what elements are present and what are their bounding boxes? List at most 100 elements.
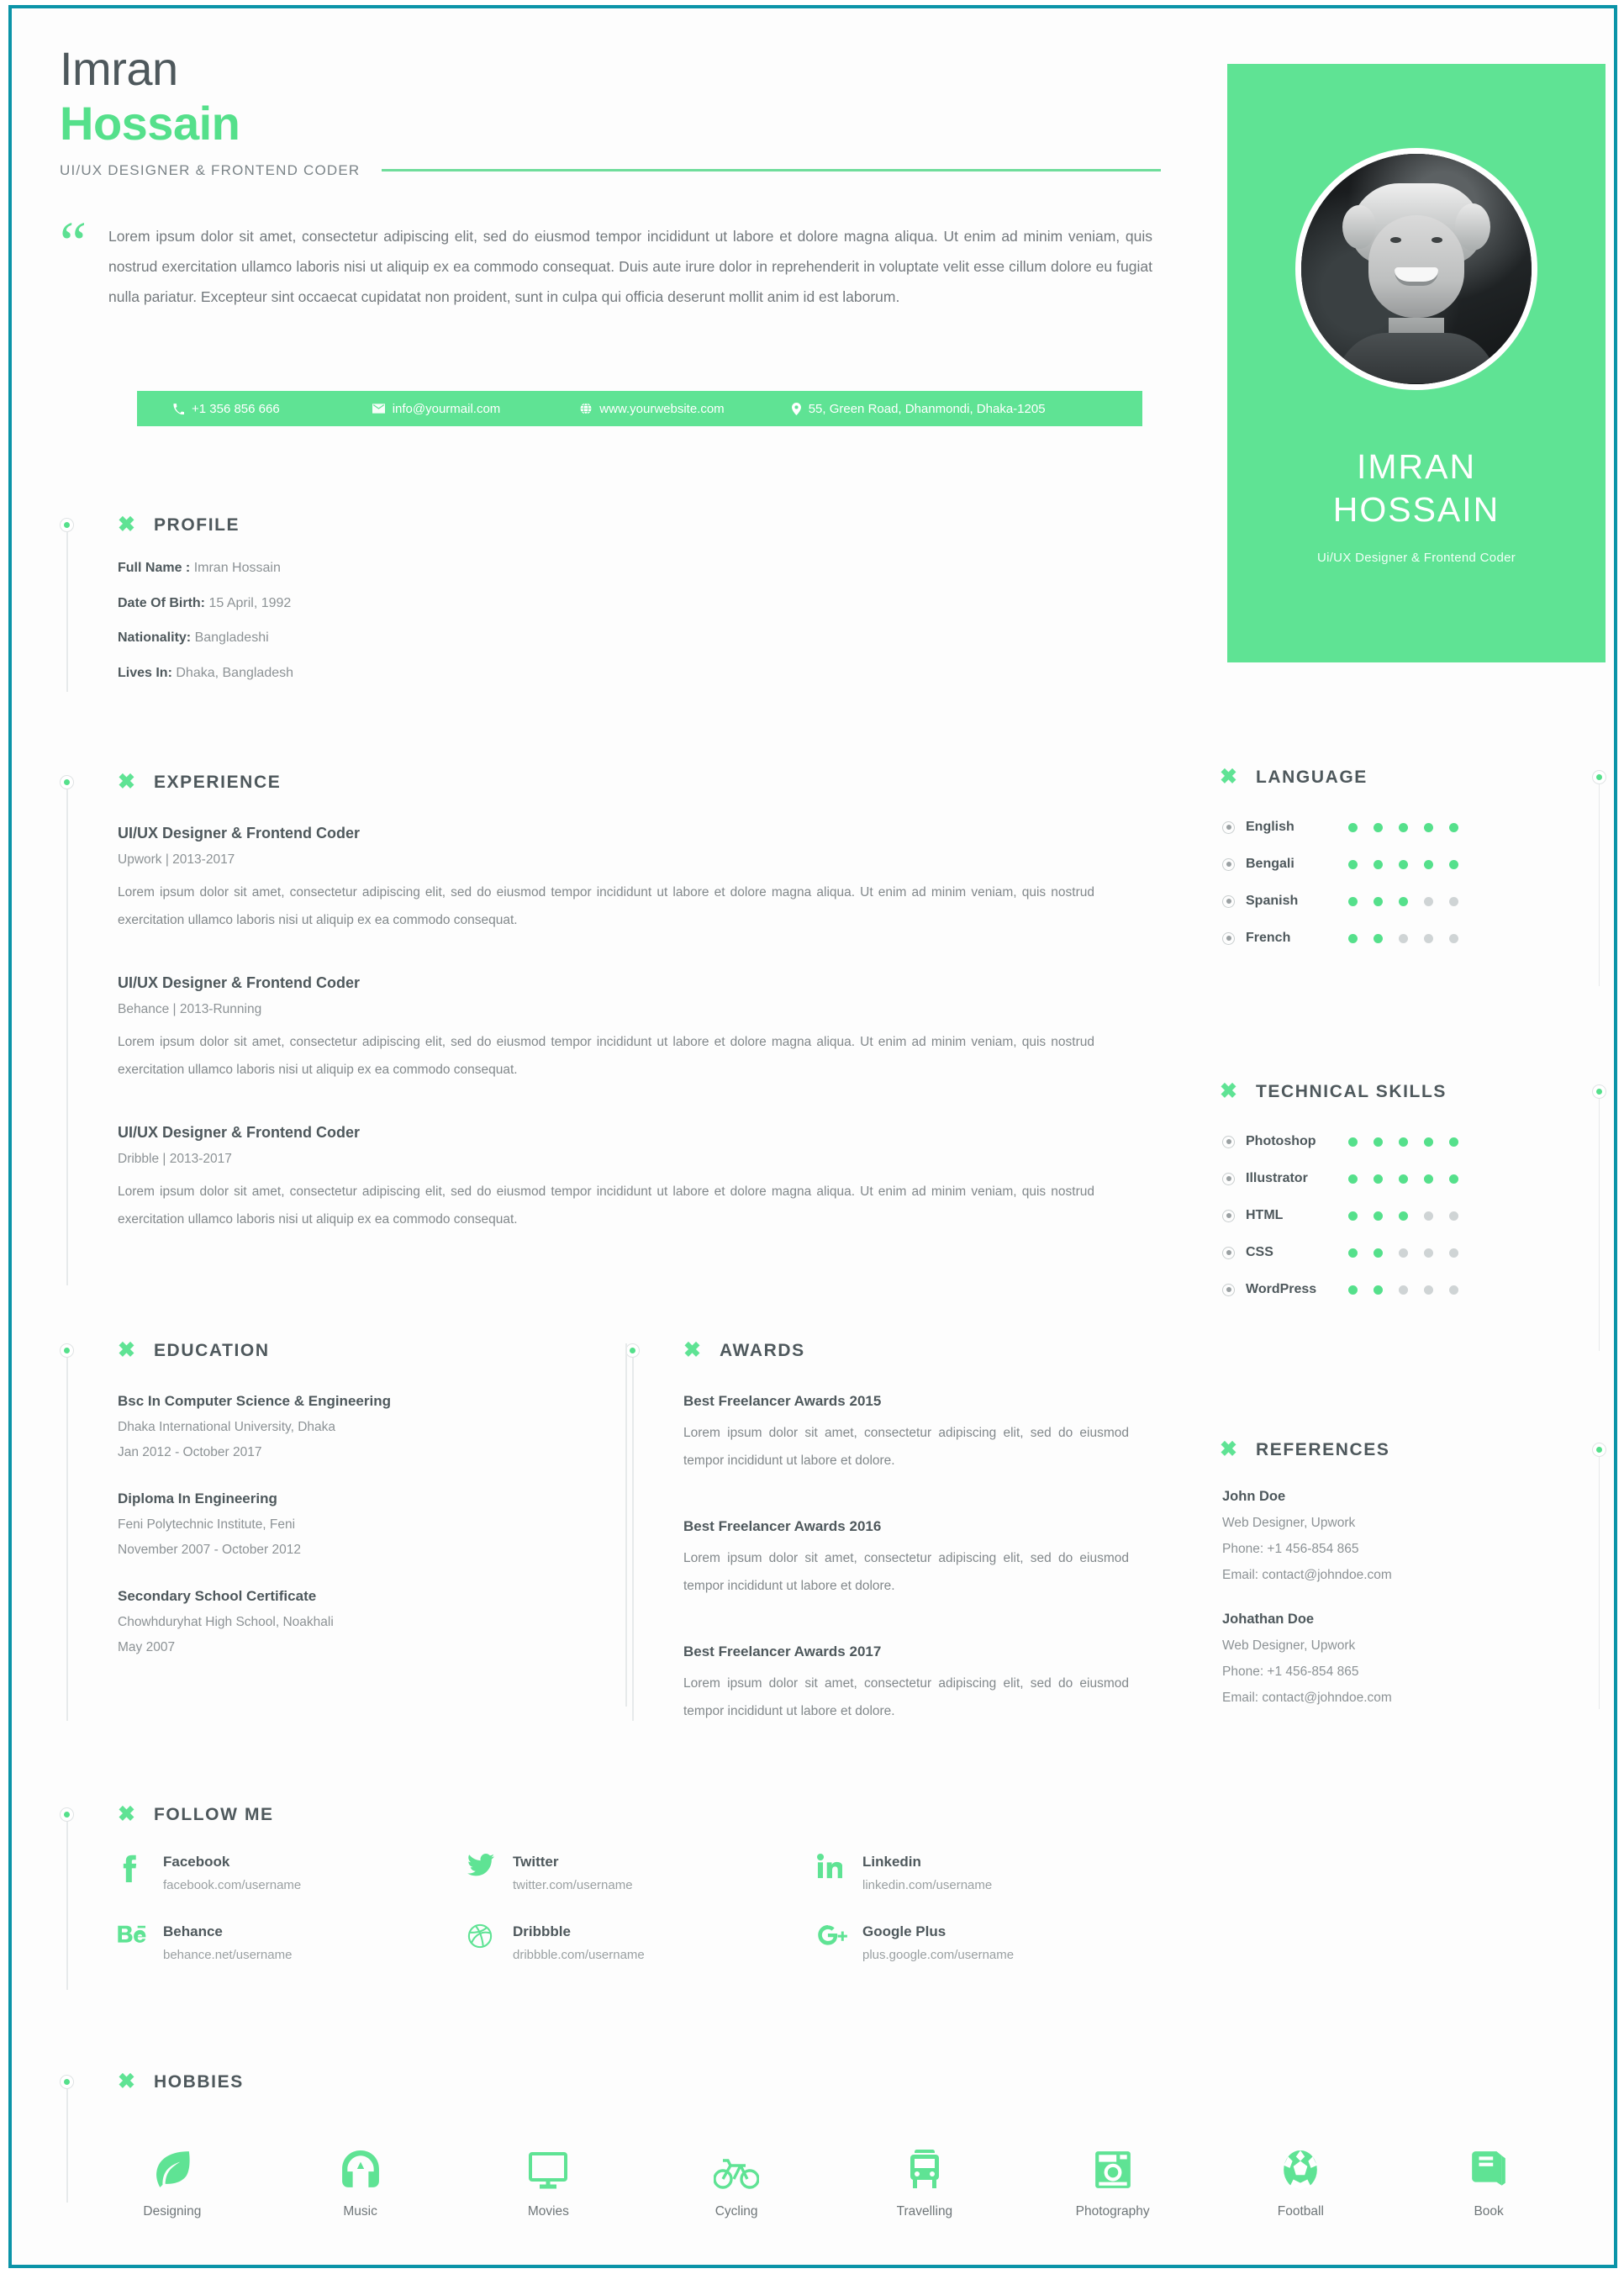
social-url: behance.net/username	[163, 1948, 293, 1962]
contact-email[interactable]: info@yourmail.com	[372, 401, 501, 416]
language-label: French	[1246, 931, 1291, 945]
education-item: Bsc In Computer Science & Engineering Dh…	[118, 1393, 614, 1460]
email-text: info@yourmail.com	[392, 401, 501, 416]
experience-meta: Behance | 2013-Running	[118, 1002, 262, 1017]
award-name: Best Freelancer Awards 2017	[683, 1644, 882, 1660]
reference-name: John Doe	[1222, 1489, 1286, 1504]
bus-icon	[830, 2136, 1019, 2190]
social-url: twitter.com/username	[513, 1878, 633, 1892]
contact-phone[interactable]: +1 356 856 666	[173, 402, 280, 416]
timeline-line-profile	[66, 532, 68, 692]
skill-row: HTML	[1222, 1208, 1606, 1223]
reference-phone: Phone: +1 456-854 865	[1222, 1542, 1359, 1556]
skill-label: HTML	[1246, 1208, 1284, 1222]
timeline-dot-skills	[1592, 1084, 1606, 1099]
contact-website[interactable]: www.yourwebsite.com	[580, 402, 725, 416]
awards-section: ✖ AWARDS Best Freelancer Awards 2015 Lor…	[625, 1340, 1163, 1755]
social-link-behance[interactable]: Behance behance.net/username	[118, 1923, 467, 1962]
column-divider	[625, 1343, 627, 1707]
hobby-item-book: Book	[1395, 2136, 1583, 2219]
social-name: Google Plus	[862, 1923, 946, 1939]
bullet-icon	[1222, 1283, 1235, 1296]
bullet-icon	[1222, 820, 1235, 834]
social-link-linkedin[interactable]: Linkedin linkedin.com/username	[817, 1854, 1167, 1892]
rating-dot	[1348, 859, 1358, 869]
references-list: John Doe Web Designer, Upwork Phone: +1 …	[1222, 1489, 1606, 1706]
timeline-dot-profile	[60, 518, 74, 532]
rating-dot	[1399, 1248, 1408, 1258]
education-heading: ✖ EDUCATION	[118, 1340, 614, 1361]
award-item: Best Freelancer Awards 2015 Lorem ipsum …	[683, 1393, 1163, 1475]
timeline-dot-language	[1592, 770, 1606, 784]
experience-desc: Lorem ipsum dolor sit amet, consectetur …	[118, 1184, 1094, 1227]
section-marker-icon: ✖	[118, 1802, 135, 1826]
rating-dot	[1424, 1211, 1433, 1221]
timeline-line-references	[1598, 1457, 1600, 1709]
rating-dot	[1424, 896, 1433, 906]
role-divider	[382, 169, 1161, 172]
award-desc: Lorem ipsum dolor sit amet, consectetur …	[683, 1676, 1129, 1718]
dribbble-icon	[467, 1923, 513, 1949]
profile-row-label: Lives In:	[118, 665, 172, 680]
reference-name: Johathan Doe	[1222, 1612, 1315, 1627]
contact-address[interactable]: 55, Green Road, Dhanmondi, Dhaka-1205	[791, 401, 1046, 416]
timeline-dot-education	[60, 1343, 74, 1358]
social-text: Dribbble dribbble.com/username	[513, 1923, 645, 1962]
rating-dot	[1449, 1248, 1458, 1258]
education-school: Dhaka International University, Dhaka	[118, 1420, 336, 1434]
language-row: English	[1222, 820, 1606, 835]
rating-dot	[1424, 1285, 1433, 1295]
social-link-google-plus[interactable]: Google Plus plus.google.com/username	[817, 1923, 1167, 1962]
rating-dot	[1424, 933, 1433, 943]
rating-dot	[1449, 1174, 1458, 1184]
timeline-dot-experience	[60, 775, 74, 789]
hobbies-list: Designing Music Movies Cycling Travellin…	[78, 2136, 1583, 2219]
social-name: Twitter	[513, 1854, 559, 1870]
hobbies-title: HOBBIES	[153, 2071, 244, 2092]
timeline-dot-awards	[625, 1343, 640, 1358]
intro-quote: “ Lorem ipsum dolor sit amet, consectetu…	[60, 213, 1152, 313]
language-rating	[1348, 896, 1474, 906]
bullet-icon	[1222, 857, 1235, 871]
references-section: ✖ REFERENCES John Doe Web Designer, Upwo…	[1220, 1439, 1606, 1734]
social-link-twitter[interactable]: Twitter twitter.com/username	[467, 1854, 817, 1892]
rating-dot	[1374, 896, 1383, 906]
social-link-dribbble[interactable]: Dribbble dribbble.com/username	[467, 1923, 817, 1962]
role-title: UI/UX DESIGNER & FRONTEND CODER	[60, 161, 361, 178]
follow-heading: ✖ FOLLOW ME	[118, 1804, 1152, 1825]
hobby-label: Photography	[1075, 2204, 1150, 2219]
skills-title: TECHNICAL SKILLS	[1255, 1081, 1447, 1101]
behance-icon	[118, 1923, 163, 1947]
address-text: 55, Green Road, Dhanmondi, Dhaka-1205	[808, 401, 1046, 416]
experience-list: UI/UX Designer & Frontend Coder Upwork |…	[118, 825, 1144, 1233]
social-link-facebook[interactable]: Facebook facebook.com/username	[118, 1854, 467, 1892]
hobby-item-cycling: Cycling	[642, 2136, 830, 2219]
education-degree: Secondary School Certificate	[118, 1588, 317, 1604]
header: Imran Hossain UI/UX DESIGNER & FRONTEND …	[60, 45, 1161, 179]
rating-dot	[1449, 859, 1458, 869]
rating-dot	[1449, 822, 1458, 832]
reference-item: Johathan Doe Web Designer, Upwork Phone:…	[1222, 1612, 1606, 1706]
facebook-icon	[118, 1854, 163, 1882]
education-degree: Diploma In Engineering	[118, 1490, 277, 1506]
rating-dot	[1374, 1211, 1383, 1221]
timeline-line-skills	[1598, 1099, 1600, 1351]
education-dates: November 2007 - October 2012	[118, 1543, 301, 1557]
location-pin-icon	[791, 402, 801, 415]
linkedin-icon	[817, 1854, 862, 1879]
rating-dot	[1348, 933, 1358, 943]
education-school: Chowhduryhat High School, Noakhali	[118, 1615, 334, 1629]
section-marker-icon: ✖	[683, 1338, 701, 1362]
rating-dot	[1424, 1137, 1433, 1147]
language-rating	[1348, 933, 1474, 943]
bullet-icon	[1222, 1135, 1235, 1148]
experience-item: UI/UX Designer & Frontend Coder Behance …	[118, 974, 1144, 1084]
hobby-label: Music	[343, 2204, 377, 2219]
profile-card-firstname: IMRAN	[1356, 447, 1477, 486]
experience-meta: Upwork | 2013-2017	[118, 852, 235, 867]
rating-dot	[1374, 859, 1383, 869]
globe-icon	[580, 403, 592, 414]
social-text: Behance behance.net/username	[163, 1923, 292, 1962]
rating-dot	[1399, 1137, 1408, 1147]
rating-dot	[1424, 822, 1433, 832]
